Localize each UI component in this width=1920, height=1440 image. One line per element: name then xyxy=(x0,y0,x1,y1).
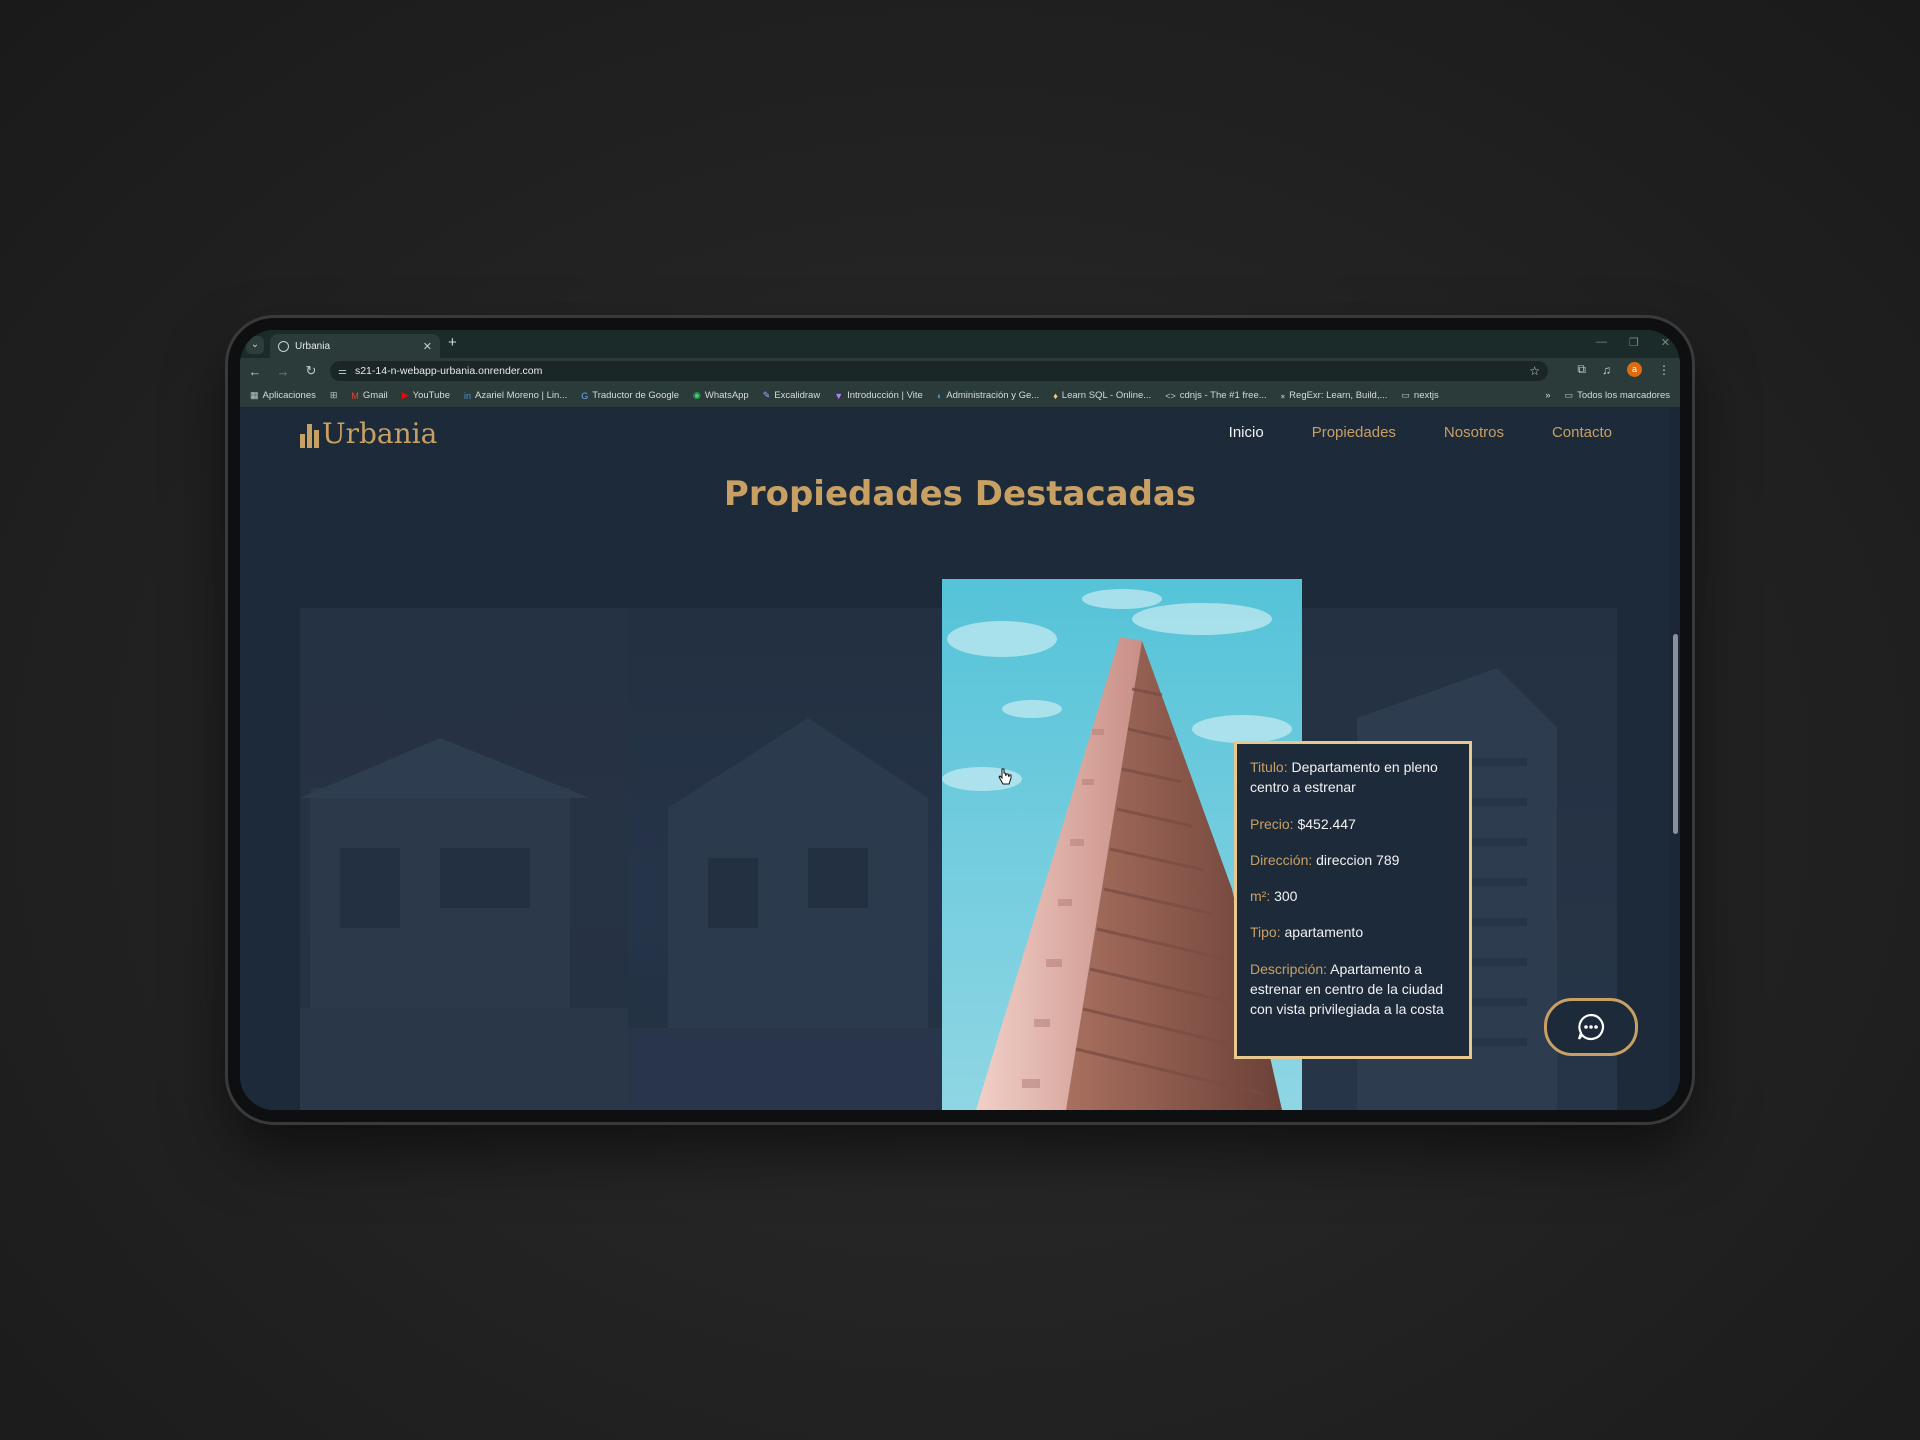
close-window-icon[interactable]: ✕ xyxy=(1661,336,1670,349)
tab-urbania[interactable]: Urbania ✕ xyxy=(270,334,440,358)
tab-title: Urbania xyxy=(295,340,331,352)
chat-button[interactable] xyxy=(1544,998,1638,1056)
bookmark-item[interactable]: ◉ WhatsApp xyxy=(693,390,749,401)
youtube-icon: ▶ xyxy=(401,390,409,400)
page-scrollbar[interactable] xyxy=(1670,408,1680,1110)
bookmark-item[interactable]: ▭ nextjs xyxy=(1401,390,1438,401)
property-type-value: apartamento xyxy=(1284,924,1364,941)
scrollbar-thumb[interactable] xyxy=(1673,634,1678,834)
address-bar[interactable]: ⚌ s21-14-n-webapp-urbania.onrender.com ☆ xyxy=(330,361,1548,381)
bulb-icon: ♦ xyxy=(1053,390,1058,401)
bookmarks-bar: ▦ Aplicaciones ⊞ M Gmail ▶ YouTube in Azarie… xyxy=(240,384,1680,408)
restore-icon[interactable]: ❐ xyxy=(1629,336,1639,349)
apps-grid-icon: ▦ xyxy=(250,390,259,400)
bookmark-item[interactable]: ⁎ RegExr: Learn, Build,... xyxy=(1281,390,1388,401)
media-controls-icon[interactable]: ♫ xyxy=(1602,363,1611,377)
whatsapp-icon: ◉ xyxy=(693,390,701,400)
back-icon[interactable]: ← xyxy=(248,364,262,379)
url-text[interactable]: s21-14-n-webapp-urbania.onrender.com xyxy=(355,365,1521,377)
nav-propiedades[interactable]: Propiedades xyxy=(1312,424,1396,441)
grid-icon: ⊞ xyxy=(329,390,338,400)
property-price-value: $452.447 xyxy=(1297,815,1356,832)
site-info-icon[interactable]: ⚌ xyxy=(338,366,347,377)
bookmark-item[interactable]: ▦ Aplicaciones xyxy=(250,390,316,401)
property-description-row: Descripción: Apartamento a estrenar en c… xyxy=(1250,960,1444,1018)
tab-search-chevron-icon[interactable]: ⌄ xyxy=(246,336,264,354)
folder-icon: ▭ xyxy=(1564,390,1574,400)
brand-name: Urbania xyxy=(322,417,438,450)
bookmark-item[interactable]: ♦ Learn SQL - Online... xyxy=(1053,390,1151,401)
all-bookmarks-folder[interactable]: ▭ Todos los marcadores xyxy=(1565,390,1670,401)
reload-icon[interactable]: ↻ xyxy=(304,363,318,379)
chat-bubble-icon xyxy=(1577,1013,1605,1041)
globe-icon xyxy=(278,340,289,352)
new-tab-icon[interactable]: + xyxy=(448,334,457,351)
site-logo[interactable]: Urbania xyxy=(300,420,437,448)
property-area-value: 300 xyxy=(1274,888,1298,905)
property-slide-house-1[interactable] xyxy=(300,608,628,1110)
code-icon: <> xyxy=(1165,390,1176,401)
site-header: Urbania Inicio Propiedades Nosotros Cont… xyxy=(240,408,1680,468)
property-address-row: Dirección: direccion 789 xyxy=(1250,851,1400,868)
house-silhouette-image xyxy=(628,718,942,1110)
forward-icon[interactable]: → xyxy=(276,364,290,379)
folder-icon: ▭ xyxy=(1401,390,1410,400)
linkedin-icon: in xyxy=(463,390,471,401)
web-page: Urbania Inicio Propiedades Nosotros Cont… xyxy=(240,408,1680,1110)
profile-avatar[interactable]: a xyxy=(1627,362,1642,377)
regex-icon: ⁎ xyxy=(1280,390,1286,400)
bookmark-item[interactable]: G Traductor de Google xyxy=(581,390,679,401)
bookmark-star-icon[interactable]: ☆ xyxy=(1529,364,1540,378)
nav-nosotros[interactable]: Nosotros xyxy=(1444,424,1504,441)
window-controls: — ❐ ✕ xyxy=(1596,336,1670,349)
browser-toolbar: ← → ↻ ⚌ s21-14-n-webapp-urbania.onrender… xyxy=(240,358,1680,384)
edge-icon: ◐ xyxy=(936,390,943,401)
property-info-card: Titulo: Departamento en pleno centro a e… xyxy=(1234,741,1472,1059)
house-silhouette-image xyxy=(300,738,628,1110)
property-price-row: Precio: $452.447 xyxy=(1250,815,1356,832)
main-nav: Inicio Propiedades Nosotros Contacto xyxy=(1229,424,1612,441)
nav-contacto[interactable]: Contacto xyxy=(1552,424,1612,441)
minimize-icon[interactable]: — xyxy=(1596,336,1607,349)
toolbar-actions: ⧉ ♫ a ⋮ xyxy=(1577,362,1670,377)
section-title: Propiedades Destacadas xyxy=(723,474,1197,514)
bookmark-item[interactable]: ◐ Administración y Ge... xyxy=(937,390,1039,401)
property-area-row: m²: 300 xyxy=(1250,888,1298,905)
vite-icon: ▼ xyxy=(834,390,844,401)
building-bars-icon xyxy=(300,424,319,448)
gmail-icon: M xyxy=(351,390,359,401)
extensions-icon[interactable]: ⧉ xyxy=(1577,362,1586,377)
bookmark-item[interactable]: M Gmail xyxy=(351,390,387,401)
property-type-row: Tipo: apartamento xyxy=(1250,924,1364,941)
nav-inicio[interactable]: Inicio xyxy=(1229,424,1264,441)
property-address-value: direccion 789 xyxy=(1316,851,1400,868)
property-slide-house-2[interactable] xyxy=(628,608,942,1110)
bookmark-item[interactable]: in Azariel Moreno | Lin... xyxy=(464,390,567,401)
excalidraw-icon: ✎ xyxy=(762,390,771,400)
more-bookmarks-icon[interactable]: » xyxy=(1545,390,1550,401)
browser-window: ⌄ Urbania ✕ + — ❐ ✕ ← → ↻ ⚌ s21-14-n-web… xyxy=(240,330,1680,1110)
tab-bar: ⌄ Urbania ✕ + — ❐ ✕ xyxy=(240,330,1680,358)
bookmark-item[interactable]: ▼ Introducción | Vite xyxy=(834,390,923,401)
bookmark-item[interactable]: <> cdnjs - The #1 free... xyxy=(1165,390,1266,401)
property-title-row: Titulo: Departamento en pleno centro a e… xyxy=(1250,759,1438,796)
bookmark-item[interactable]: ▶ YouTube xyxy=(402,390,450,401)
close-tab-icon[interactable]: ✕ xyxy=(423,340,432,353)
translate-icon: G xyxy=(581,390,589,401)
hand-pointer-cursor-icon xyxy=(998,768,1012,791)
bookmark-grid[interactable]: ⊞ xyxy=(330,390,338,401)
menu-kebab-icon[interactable]: ⋮ xyxy=(1658,363,1670,377)
bookmark-item[interactable]: ✎ Excalidraw xyxy=(763,390,820,401)
